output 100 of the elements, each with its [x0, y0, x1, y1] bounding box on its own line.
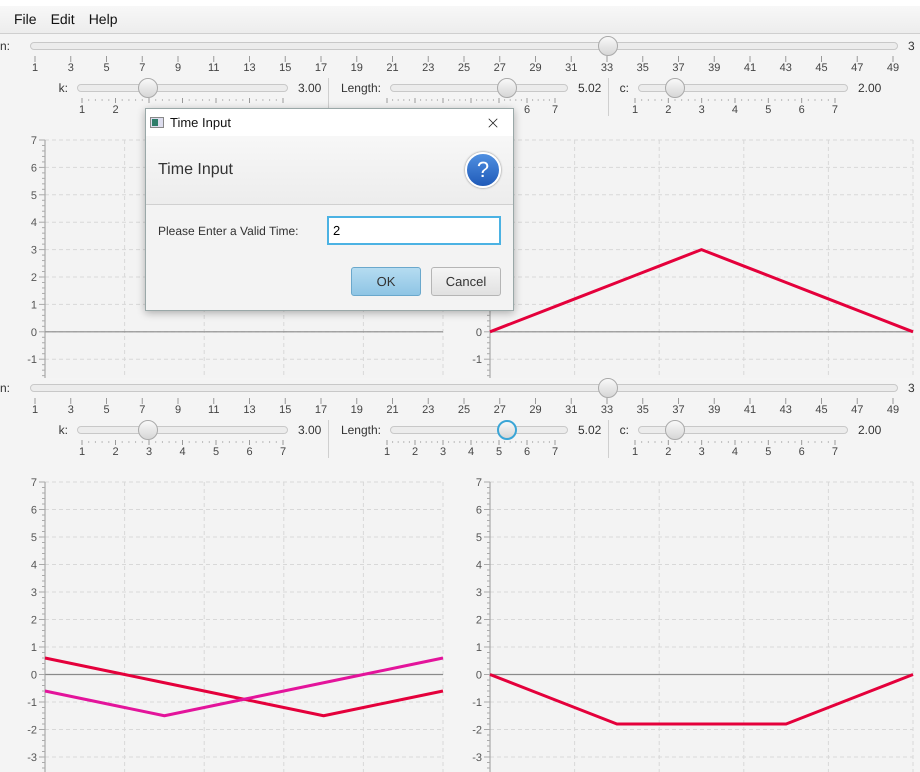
menu-item[interactable]: File	[7, 9, 44, 30]
y-tick-label: 6	[476, 504, 482, 516]
slider-thumb[interactable]	[598, 378, 618, 398]
slider-thumb[interactable]	[497, 78, 518, 98]
tick-label: 35	[636, 404, 650, 416]
slider-thumb[interactable]	[664, 420, 685, 440]
y-tick-label: -1	[27, 354, 37, 366]
slider-label: n:	[0, 38, 12, 55]
tick-label: 19	[350, 62, 364, 74]
slider-value: 2.00	[858, 80, 882, 97]
tick-label: 37	[671, 404, 686, 416]
y-tick-label: 7	[30, 135, 37, 147]
y-tick-label: 0	[476, 326, 482, 339]
y-tick-label: -2	[472, 724, 482, 736]
y-tick-label: -1	[472, 354, 482, 366]
slider-track[interactable]	[638, 78, 848, 98]
tick-label: 3	[66, 404, 75, 416]
tick-label: 4	[178, 446, 187, 458]
slider-track[interactable]	[638, 420, 848, 440]
tick-label: 7	[830, 446, 840, 458]
tick-label: 39	[707, 404, 722, 416]
tick-label: 7	[138, 404, 146, 416]
y-tick-label: 3	[30, 244, 37, 257]
tick-label: 39	[707, 62, 722, 74]
y-tick-label: 0	[476, 670, 482, 682]
y-tick-label: -3	[472, 752, 482, 764]
slider-track[interactable]	[390, 420, 568, 440]
slider-track[interactable]	[77, 78, 288, 98]
slider-value: 3.00	[298, 422, 322, 439]
y-tick-label: -1	[27, 697, 37, 709]
tick-label: 1	[78, 104, 86, 116]
tick-label: 23	[421, 62, 436, 74]
tick-label: 2	[664, 104, 672, 116]
tick-label: 1	[630, 446, 640, 458]
slider-thumb[interactable]	[598, 36, 618, 56]
y-tick-label: -3	[27, 752, 37, 764]
y-tick-label: -2	[27, 724, 37, 736]
tick-label: 47	[850, 62, 864, 74]
tick-label: 1	[30, 62, 40, 74]
y-tick-label: 1	[30, 642, 37, 654]
tick-label: 13	[242, 404, 257, 416]
tick-label: 6	[522, 446, 532, 458]
slider-track[interactable]	[77, 420, 288, 440]
tick-label: 7	[138, 62, 146, 74]
slider-label: n:	[0, 380, 12, 397]
tick-label: 11	[207, 404, 220, 416]
tick-label: 35	[636, 62, 650, 74]
tick-label: 33	[600, 404, 614, 416]
prompt-label: Please Enter a Valid Time:	[158, 222, 299, 240]
window-title: Time Input	[170, 114, 231, 132]
slider-value: 3.00	[298, 80, 322, 97]
tick-label: 49	[886, 62, 900, 74]
tick-label: 2	[111, 104, 120, 116]
dialog-button[interactable]: Cancel	[431, 267, 501, 296]
tick-label: 7	[550, 446, 560, 458]
slider-thumb[interactable]	[664, 78, 685, 98]
slider-track[interactable]	[30, 378, 898, 398]
y-tick-label: 4	[30, 217, 37, 230]
tick-label: 3	[144, 446, 154, 458]
slider-thumb[interactable]	[138, 420, 158, 440]
y-tick-label: 1	[476, 642, 482, 654]
y-tick-label: 6	[30, 504, 37, 516]
dialog-button[interactable]: OK	[351, 267, 421, 296]
y-tick-label: 1	[30, 299, 37, 312]
y-tick-label: 6	[30, 162, 37, 174]
tick-label: 43	[778, 404, 793, 416]
tick-label: 1	[30, 404, 40, 416]
tick-label: 19	[350, 404, 364, 416]
slider-value: 3	[908, 38, 915, 55]
tick-label: 1	[630, 104, 640, 116]
help-icon: ?	[465, 152, 501, 188]
tick-label: 27	[492, 404, 507, 416]
tick-label: 5	[494, 446, 504, 458]
tick-label: 3	[698, 446, 706, 458]
slider-label: k:	[58, 422, 68, 439]
tick-label: 11	[207, 62, 220, 74]
y-tick-label: 0	[30, 670, 37, 682]
slider-thumb[interactable]	[497, 420, 518, 440]
time-input[interactable]: 2	[327, 216, 501, 245]
window-icon	[150, 117, 164, 128]
tick-label: 49	[886, 404, 900, 416]
menu-item[interactable]: Help	[82, 9, 124, 30]
tick-label: 7	[830, 104, 840, 116]
tick-label: 5	[102, 62, 111, 74]
tick-label: 21	[385, 404, 400, 416]
tick-label: 23	[421, 404, 436, 416]
slider-value: 2.00	[858, 422, 882, 439]
y-tick-label: 2	[30, 272, 37, 284]
y-tick-label: 4	[30, 560, 37, 572]
tick-label: 3	[438, 446, 448, 458]
slider-track[interactable]	[30, 36, 898, 56]
slider-label: Length:	[340, 80, 381, 97]
slider-label: c:	[618, 422, 629, 439]
slider-thumb[interactable]	[138, 78, 158, 98]
y-tick-label: 0	[30, 326, 37, 339]
slider-value: 5.02	[578, 80, 602, 97]
tick-label: 2	[664, 446, 672, 458]
menu-item[interactable]: Edit	[44, 9, 82, 30]
tick-label: 9	[174, 62, 182, 74]
slider-track[interactable]	[390, 78, 568, 98]
